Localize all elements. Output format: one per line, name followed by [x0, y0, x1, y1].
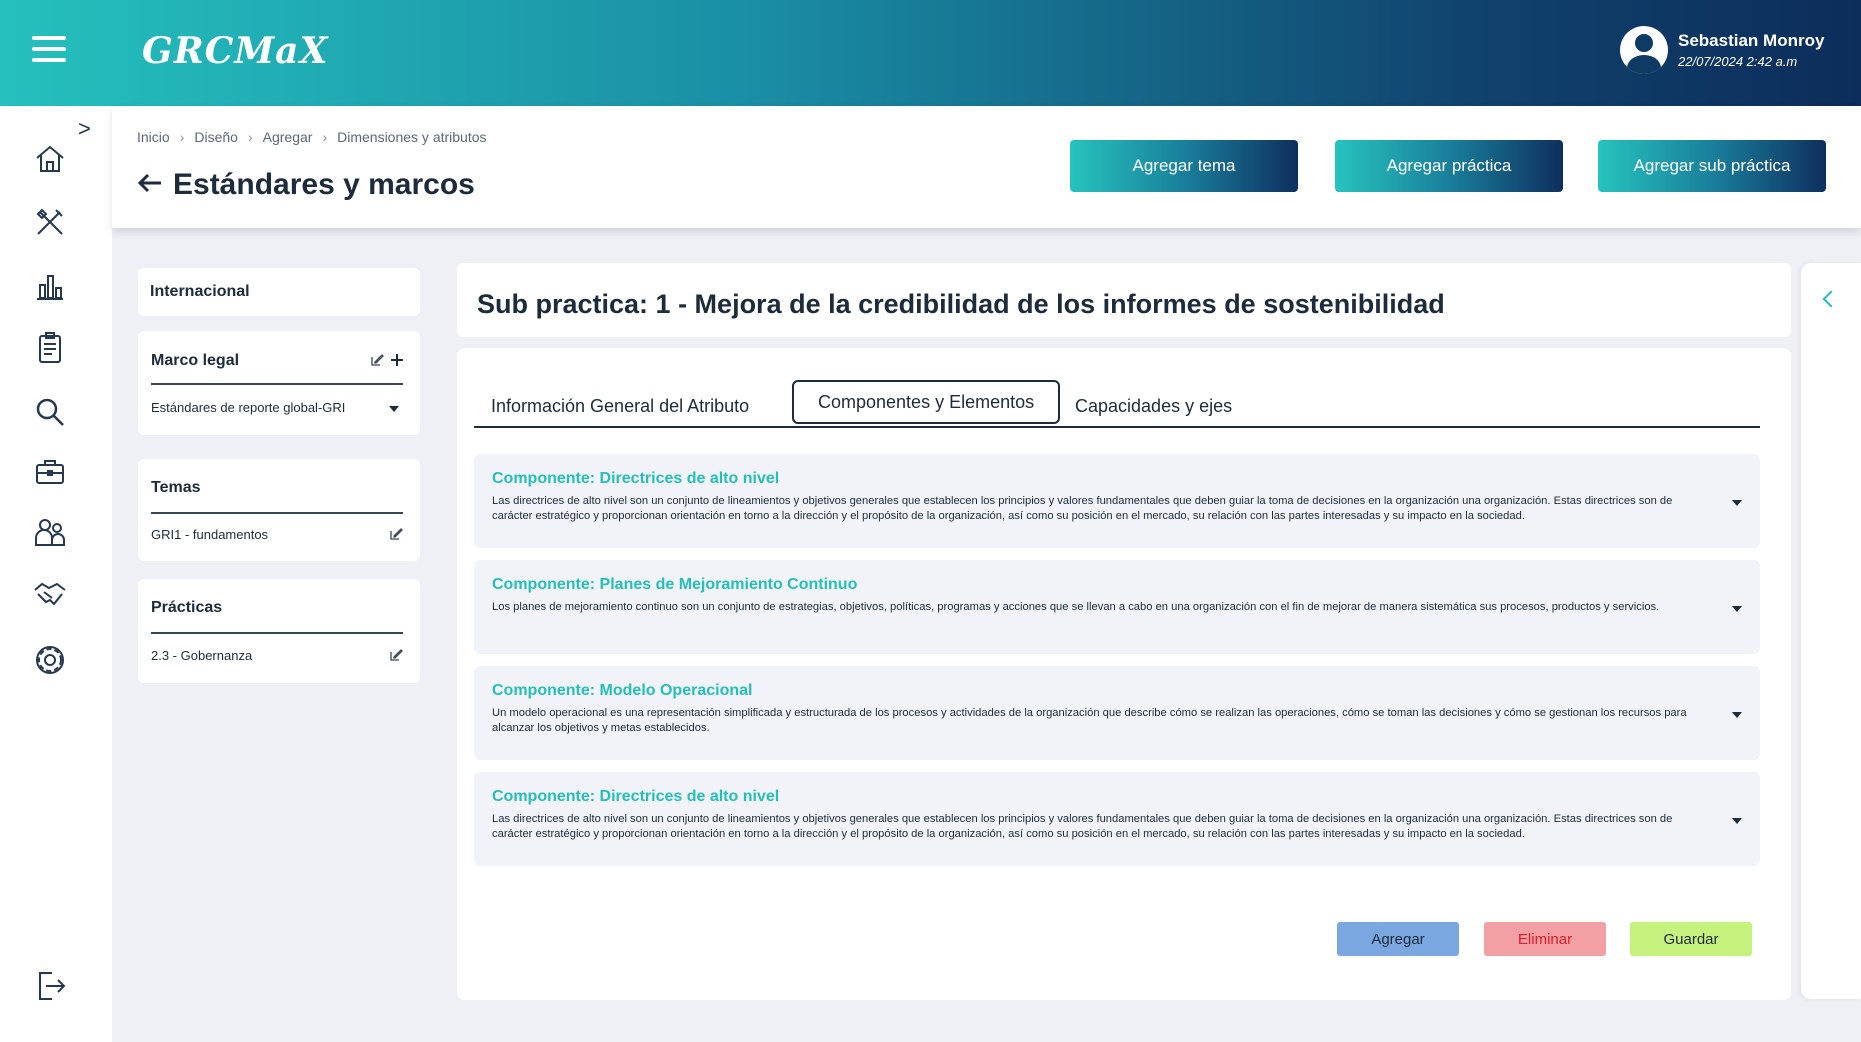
breadcrumb-separator: ›	[247, 129, 253, 145]
tab-bar: Información General del Atributo Compone…	[474, 380, 1760, 428]
delete-button[interactable]: Eliminar	[1484, 922, 1606, 956]
component-title: Componente: Directrices de alto nivel	[492, 788, 780, 805]
subpractice-title-card: Sub practica: 1 - Mejora de la credibili…	[457, 263, 1791, 337]
tab-capacidades-ejes[interactable]: Capacidades y ejes	[1075, 386, 1232, 428]
chevron-down-icon	[389, 406, 399, 412]
chevron-down-icon[interactable]	[1732, 818, 1742, 824]
practicas-title: Prácticas	[151, 599, 223, 616]
component-description: Las directrices de alto nivel son un con…	[492, 813, 1673, 840]
tab-componentes-elementos[interactable]: Componentes y Elementos	[792, 380, 1061, 424]
add-subpractice-button[interactable]: Agregar sub práctica	[1598, 140, 1826, 192]
component-title: Componente: Directrices de alto nivel	[492, 470, 780, 487]
chevron-down-icon[interactable]	[1732, 606, 1742, 612]
internacional-card[interactable]: Internacional	[138, 268, 420, 316]
component-description: Las directrices de alto nivel son un con…	[492, 495, 1673, 522]
avatar-icon	[1620, 26, 1668, 74]
add-button[interactable]: Agregar	[1337, 922, 1459, 956]
marco-legal-select[interactable]: Estándares de reporte global-GRI	[151, 399, 403, 419]
tab-informacion-general[interactable]: Información General del Atributo	[491, 386, 749, 428]
practica-item[interactable]: 2.3 - Gobernanza	[151, 648, 252, 663]
breadcrumb-agregar[interactable]: Agregar	[263, 129, 313, 145]
home-icon[interactable]	[32, 141, 68, 177]
temas-title: Temas	[151, 479, 201, 496]
divider	[151, 383, 403, 385]
tema-item[interactable]: GRI1 - fundamentos	[151, 527, 268, 542]
gear-icon[interactable]	[32, 642, 68, 678]
breadcrumb-dimensiones[interactable]: Dimensiones y atributos	[337, 129, 486, 145]
page-title: Estándares y marcos	[173, 168, 475, 201]
component-item[interactable]: Componente: Planes de Mejoramiento Conti…	[474, 560, 1760, 654]
briefcase-icon[interactable]	[32, 454, 68, 490]
expand-nav-icon[interactable]: >	[78, 116, 91, 142]
breadcrumb-separator: ›	[179, 129, 185, 145]
menu-icon[interactable]	[32, 36, 66, 62]
edit-icon[interactable]	[389, 648, 403, 662]
user-profile[interactable]: Sebastian Monroy 22/07/2024 2:42 a.m	[1620, 26, 1824, 74]
edit-icon[interactable]	[389, 527, 403, 541]
right-collapsed-panel	[1801, 263, 1861, 999]
component-item[interactable]: Componente: Directrices de alto nivel La…	[474, 772, 1760, 866]
sub-header: Inicio › Diseño › Agregar › Dimensiones …	[112, 106, 1861, 228]
breadcrumb-inicio[interactable]: Inicio	[137, 129, 170, 145]
side-navigation: >	[0, 106, 112, 1042]
component-item[interactable]: Componente: Directrices de alto nivel La…	[474, 454, 1760, 548]
chevron-left-icon[interactable]	[1822, 290, 1840, 308]
subpractice-title: Sub practica: 1 - Mejora de la credibili…	[477, 289, 1445, 319]
search-icon[interactable]	[32, 394, 68, 430]
user-name: Sebastian Monroy	[1678, 31, 1825, 50]
add-practice-button[interactable]: Agregar práctica	[1335, 140, 1563, 192]
marco-legal-card: Marco legal Estándares de reporte global…	[138, 331, 420, 435]
component-description: Un modelo operacional es una representac…	[492, 707, 1687, 734]
top-header: GRCMaX Sebastian Monroy 22/07/2024 2:42 …	[0, 0, 1861, 106]
back-arrow-icon[interactable]	[137, 168, 163, 202]
page-title-row: Estándares y marcos	[137, 168, 475, 202]
internacional-label: Internacional	[150, 283, 250, 300]
divider	[151, 632, 403, 634]
marco-legal-selected: Estándares de reporte global-GRI	[151, 400, 346, 415]
chevron-down-icon[interactable]	[1732, 500, 1742, 506]
component-title: Componente: Modelo Operacional	[492, 682, 753, 699]
chevron-down-icon[interactable]	[1732, 712, 1742, 718]
divider	[151, 512, 403, 514]
design-tools-icon[interactable]	[32, 204, 68, 240]
temas-card: Temas GRI1 - fundamentos	[138, 459, 420, 561]
practicas-card: Prácticas 2.3 - Gobernanza	[138, 579, 420, 683]
clipboard-icon[interactable]	[32, 330, 68, 366]
logout-icon[interactable]	[32, 968, 68, 1004]
component-item[interactable]: Componente: Modelo Operacional Un modelo…	[474, 666, 1760, 760]
plus-icon[interactable]	[390, 353, 404, 367]
save-button[interactable]: Guardar	[1630, 922, 1752, 956]
user-datetime: 22/07/2024 2:42 a.m	[1678, 54, 1798, 69]
app-logo: GRCMaX	[142, 30, 329, 72]
handshake-icon[interactable]	[32, 576, 68, 612]
breadcrumb: Inicio › Diseño › Agregar › Dimensiones …	[137, 129, 487, 145]
edit-icon[interactable]	[370, 353, 384, 367]
bar-chart-icon[interactable]	[32, 268, 68, 304]
breadcrumb-diseno[interactable]: Diseño	[194, 129, 238, 145]
marco-legal-title: Marco legal	[151, 352, 240, 369]
add-topic-button[interactable]: Agregar tema	[1070, 140, 1298, 192]
users-icon[interactable]	[32, 514, 68, 550]
component-description: Los planes de mejoramiento continuo son …	[492, 601, 1660, 613]
main-content-card: Información General del Atributo Compone…	[457, 348, 1791, 1000]
component-title: Componente: Planes de Mejoramiento Conti…	[492, 576, 858, 593]
breadcrumb-separator: ›	[322, 129, 328, 145]
